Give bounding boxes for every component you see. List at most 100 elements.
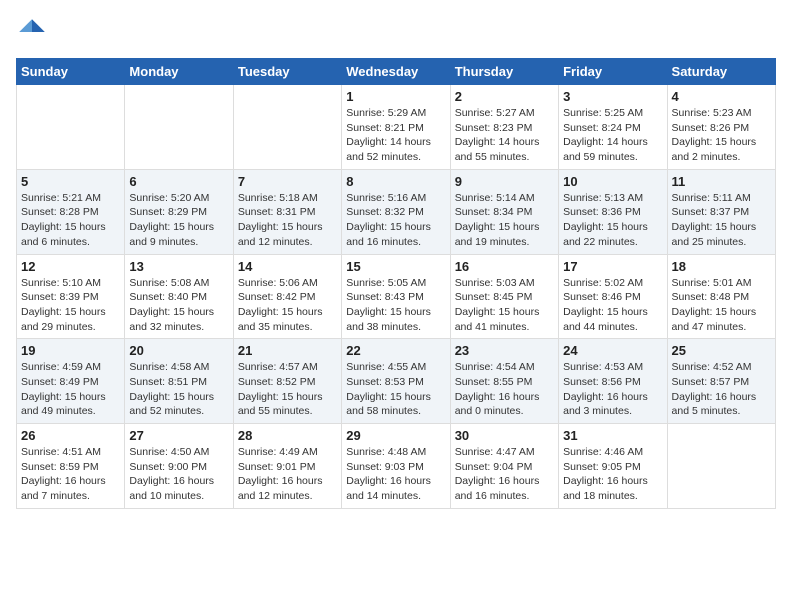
day-detail: Sunrise: 4:54 AM Sunset: 8:55 PM Dayligh…: [455, 360, 554, 419]
calendar-cell: 10 Sunrise: 5:13 AM Sunset: 8:36 PM Dayli…: [559, 169, 667, 254]
calendar-cell: 12 Sunrise: 5:10 AM Sunset: 8:39 PM Dayli…: [17, 254, 125, 339]
day-number: 20: [129, 343, 228, 358]
day-number: 4: [672, 89, 771, 104]
day-detail: Sunrise: 4:53 AM Sunset: 8:56 PM Dayligh…: [563, 360, 662, 419]
day-number: 16: [455, 259, 554, 274]
day-number: 29: [346, 428, 445, 443]
day-detail: Sunrise: 4:57 AM Sunset: 8:52 PM Dayligh…: [238, 360, 337, 419]
day-detail: Sunrise: 4:55 AM Sunset: 8:53 PM Dayligh…: [346, 360, 445, 419]
calendar-cell: 30 Sunrise: 4:47 AM Sunset: 9:04 PM Dayli…: [450, 424, 558, 509]
day-number: 9: [455, 174, 554, 189]
day-detail: Sunrise: 5:03 AM Sunset: 8:45 PM Dayligh…: [455, 276, 554, 335]
calendar-cell: 2 Sunrise: 5:27 AM Sunset: 8:23 PM Daylig…: [450, 85, 558, 170]
header-cell-saturday: Saturday: [667, 59, 775, 85]
day-number: 19: [21, 343, 120, 358]
day-detail: Sunrise: 4:46 AM Sunset: 9:05 PM Dayligh…: [563, 445, 662, 504]
day-number: 17: [563, 259, 662, 274]
day-number: 26: [21, 428, 120, 443]
day-detail: Sunrise: 5:29 AM Sunset: 8:21 PM Dayligh…: [346, 106, 445, 165]
day-detail: Sunrise: 5:23 AM Sunset: 8:26 PM Dayligh…: [672, 106, 771, 165]
calendar-cell: [125, 85, 233, 170]
day-number: 30: [455, 428, 554, 443]
calendar-header-row: SundayMondayTuesdayWednesdayThursdayFrid…: [17, 59, 776, 85]
day-number: 8: [346, 174, 445, 189]
calendar-cell: 13 Sunrise: 5:08 AM Sunset: 8:40 PM Dayli…: [125, 254, 233, 339]
header-cell-wednesday: Wednesday: [342, 59, 450, 85]
day-number: 21: [238, 343, 337, 358]
calendar-cell: 24 Sunrise: 4:53 AM Sunset: 8:56 PM Dayli…: [559, 339, 667, 424]
calendar-week-row: 19Sunrise: 4:59 AM Sunset: 8:49 PM Dayli…: [17, 339, 776, 424]
day-number: 27: [129, 428, 228, 443]
day-number: 5: [21, 174, 120, 189]
calendar-cell: 3 Sunrise: 5:25 AM Sunset: 8:24 PM Daylig…: [559, 85, 667, 170]
calendar-cell: 9 Sunrise: 5:14 AM Sunset: 8:34 PM Daylig…: [450, 169, 558, 254]
calendar-cell: [233, 85, 341, 170]
calendar-cell: 16 Sunrise: 5:03 AM Sunset: 8:45 PM Dayli…: [450, 254, 558, 339]
calendar-week-row: 26 Sunrise: 4:51 AM Sunset: 8:59 PM Dayli…: [17, 424, 776, 509]
day-number: 10: [563, 174, 662, 189]
calendar-cell: [667, 424, 775, 509]
calendar-cell: 23 Sunrise: 4:54 AM Sunset: 8:55 PM Dayli…: [450, 339, 558, 424]
header-cell-monday: Monday: [125, 59, 233, 85]
day-number: 13: [129, 259, 228, 274]
header-cell-tuesday: Tuesday: [233, 59, 341, 85]
calendar-cell: 19Sunrise: 4:59 AM Sunset: 8:49 PM Dayli…: [17, 339, 125, 424]
calendar-cell: 11Sunrise: 5:11 AM Sunset: 8:37 PM Dayli…: [667, 169, 775, 254]
day-detail: Sunrise: 4:50 AM Sunset: 9:00 PM Dayligh…: [129, 445, 228, 504]
day-number: 3: [563, 89, 662, 104]
day-number: 22: [346, 343, 445, 358]
day-number: 18: [672, 259, 771, 274]
logo-icon: [16, 16, 48, 48]
calendar-cell: 26 Sunrise: 4:51 AM Sunset: 8:59 PM Dayli…: [17, 424, 125, 509]
calendar-cell: 29Sunrise: 4:48 AM Sunset: 9:03 PM Dayli…: [342, 424, 450, 509]
logo: [16, 16, 52, 48]
day-detail: Sunrise: 4:49 AM Sunset: 9:01 PM Dayligh…: [238, 445, 337, 504]
calendar-cell: 1 Sunrise: 5:29 AM Sunset: 8:21 PM Daylig…: [342, 85, 450, 170]
day-detail: Sunrise: 4:58 AM Sunset: 8:51 PM Dayligh…: [129, 360, 228, 419]
calendar-cell: 18 Sunrise: 5:01 AM Sunset: 8:48 PM Dayli…: [667, 254, 775, 339]
calendar-cell: 8 Sunrise: 5:16 AM Sunset: 8:32 PM Daylig…: [342, 169, 450, 254]
calendar-cell: 17 Sunrise: 5:02 AM Sunset: 8:46 PM Dayli…: [559, 254, 667, 339]
day-detail: Sunrise: 5:02 AM Sunset: 8:46 PM Dayligh…: [563, 276, 662, 335]
day-detail: Sunrise: 5:25 AM Sunset: 8:24 PM Dayligh…: [563, 106, 662, 165]
day-detail: Sunrise: 5:06 AM Sunset: 8:42 PM Dayligh…: [238, 276, 337, 335]
calendar-cell: 22 Sunrise: 4:55 AM Sunset: 8:53 PM Dayli…: [342, 339, 450, 424]
day-detail: Sunrise: 5:16 AM Sunset: 8:32 PM Dayligh…: [346, 191, 445, 250]
calendar-cell: 25Sunrise: 4:52 AM Sunset: 8:57 PM Dayli…: [667, 339, 775, 424]
day-detail: Sunrise: 5:27 AM Sunset: 8:23 PM Dayligh…: [455, 106, 554, 165]
day-detail: Sunrise: 5:14 AM Sunset: 8:34 PM Dayligh…: [455, 191, 554, 250]
day-detail: Sunrise: 5:21 AM Sunset: 8:28 PM Dayligh…: [21, 191, 120, 250]
day-number: 12: [21, 259, 120, 274]
day-number: 25: [672, 343, 771, 358]
day-detail: Sunrise: 5:01 AM Sunset: 8:48 PM Dayligh…: [672, 276, 771, 335]
day-detail: Sunrise: 5:13 AM Sunset: 8:36 PM Dayligh…: [563, 191, 662, 250]
calendar-cell: 27 Sunrise: 4:50 AM Sunset: 9:00 PM Dayli…: [125, 424, 233, 509]
day-detail: Sunrise: 5:05 AM Sunset: 8:43 PM Dayligh…: [346, 276, 445, 335]
calendar-cell: [17, 85, 125, 170]
day-detail: Sunrise: 4:51 AM Sunset: 8:59 PM Dayligh…: [21, 445, 120, 504]
day-number: 6: [129, 174, 228, 189]
day-detail: Sunrise: 4:47 AM Sunset: 9:04 PM Dayligh…: [455, 445, 554, 504]
day-number: 31: [563, 428, 662, 443]
calendar-cell: 7 Sunrise: 5:18 AM Sunset: 8:31 PM Daylig…: [233, 169, 341, 254]
day-number: 15: [346, 259, 445, 274]
header-cell-sunday: Sunday: [17, 59, 125, 85]
day-detail: Sunrise: 5:08 AM Sunset: 8:40 PM Dayligh…: [129, 276, 228, 335]
day-number: 1: [346, 89, 445, 104]
day-detail: Sunrise: 5:11 AM Sunset: 8:37 PM Dayligh…: [672, 191, 771, 250]
calendar-week-row: 12 Sunrise: 5:10 AM Sunset: 8:39 PM Dayli…: [17, 254, 776, 339]
calendar-table: SundayMondayTuesdayWednesdayThursdayFrid…: [16, 58, 776, 509]
day-number: 2: [455, 89, 554, 104]
calendar-week-row: 5 Sunrise: 5:21 AM Sunset: 8:28 PM Daylig…: [17, 169, 776, 254]
day-number: 7: [238, 174, 337, 189]
day-number: 23: [455, 343, 554, 358]
calendar-week-row: 1 Sunrise: 5:29 AM Sunset: 8:21 PM Daylig…: [17, 85, 776, 170]
page-header: [16, 16, 776, 48]
day-detail: Sunrise: 5:18 AM Sunset: 8:31 PM Dayligh…: [238, 191, 337, 250]
day-detail: Sunrise: 5:10 AM Sunset: 8:39 PM Dayligh…: [21, 276, 120, 335]
calendar-cell: 6Sunrise: 5:20 AM Sunset: 8:29 PM Daylig…: [125, 169, 233, 254]
day-number: 24: [563, 343, 662, 358]
calendar-cell: 5 Sunrise: 5:21 AM Sunset: 8:28 PM Daylig…: [17, 169, 125, 254]
calendar-cell: 14Sunrise: 5:06 AM Sunset: 8:42 PM Dayli…: [233, 254, 341, 339]
header-cell-friday: Friday: [559, 59, 667, 85]
